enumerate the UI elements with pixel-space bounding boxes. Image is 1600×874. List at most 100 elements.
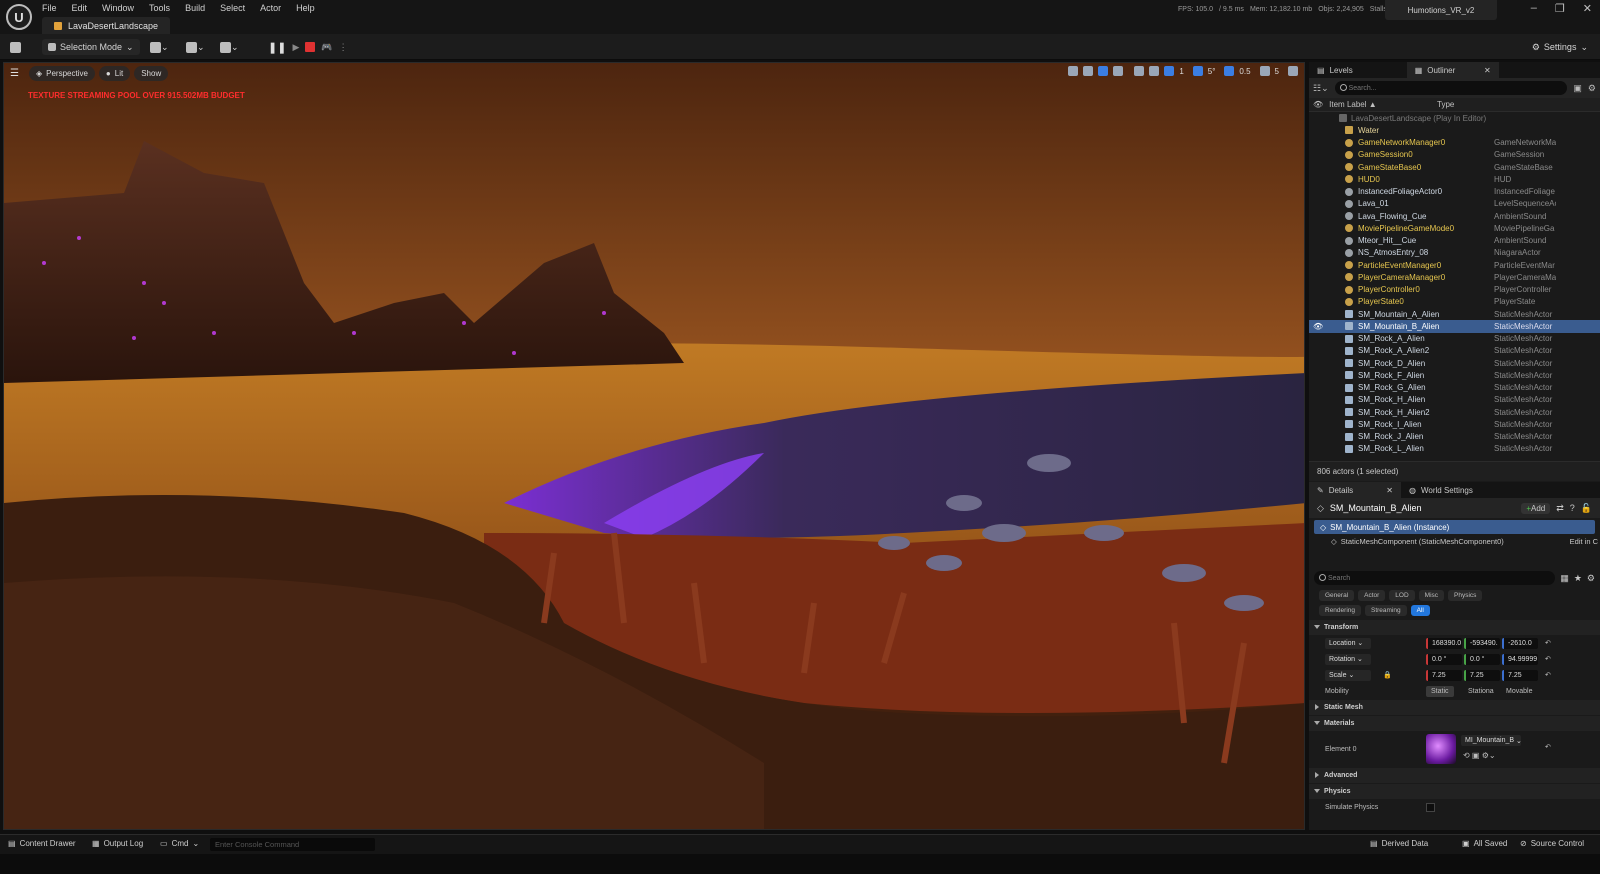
- material-actions-icons[interactable]: ⟲ ▣ ⚙⌄: [1463, 751, 1496, 760]
- outliner-row[interactable]: PlayerController0 PlayerController: [1309, 284, 1600, 296]
- location-y[interactable]: -593490.: [1464, 637, 1500, 649]
- outliner-row[interactable]: SM_Rock_H_Alien StaticMeshActor: [1309, 394, 1600, 406]
- grid-snap-icon[interactable]: [1164, 66, 1175, 76]
- outliner-row[interactable]: LavaDesertLandscape (Play In Editor): [1309, 112, 1600, 124]
- eject-possess-icon[interactable]: 🎮: [321, 42, 332, 53]
- rotate-tool-icon[interactable]: [1098, 66, 1109, 76]
- output-log-button[interactable]: ▦ Output Log: [92, 839, 143, 848]
- filter-actor[interactable]: Actor: [1358, 590, 1386, 601]
- hamburger-menu-icon[interactable]: ☰: [10, 68, 19, 79]
- filter-lod[interactable]: LOD: [1389, 590, 1415, 601]
- mobility-static[interactable]: Static: [1426, 685, 1454, 697]
- transform-section[interactable]: Transform: [1309, 620, 1600, 635]
- outliner-row[interactable]: Water: [1309, 124, 1600, 136]
- rotation-z[interactable]: 94.99999: [1502, 653, 1538, 665]
- scale-snap-icon[interactable]: [1224, 66, 1235, 76]
- tab-world-settings[interactable]: ◍ World Settings: [1401, 482, 1481, 498]
- outliner-row[interactable]: MoviePipelineGameMode0 MoviePipelineGa: [1309, 222, 1600, 234]
- filter-all[interactable]: All: [1410, 605, 1430, 616]
- location-x[interactable]: 168390.0: [1426, 637, 1462, 649]
- simulate-physics-checkbox[interactable]: [1426, 802, 1435, 812]
- add-component-button[interactable]: +Add: [1521, 502, 1551, 514]
- static-mesh-component-row[interactable]: ◇ StaticMeshComponent (StaticMeshComponen…: [1309, 534, 1600, 548]
- angle-snap-icon[interactable]: [1192, 66, 1203, 76]
- outliner-row[interactable]: InstancedFoliageActor0 InstancedFoliage: [1309, 186, 1600, 198]
- menu-window[interactable]: Window: [102, 3, 134, 13]
- rotation-x[interactable]: 0.0 °: [1426, 653, 1462, 665]
- minimize-icon[interactable]: –: [1531, 2, 1537, 15]
- level-viewport[interactable]: ☰ ◈ Perspective ● Lit Show 1 5° 0.5 5 TEXT…: [3, 62, 1305, 830]
- translate-tool-icon[interactable]: [1083, 66, 1094, 76]
- filter-physics[interactable]: Physics: [1448, 590, 1483, 601]
- selection-mode-dropdown[interactable]: Selection Mode ⌄: [42, 39, 140, 55]
- add-content-icon[interactable]: ⌄: [150, 39, 169, 55]
- help-icon[interactable]: ?: [1570, 503, 1575, 513]
- outliner-row[interactable]: GameStateBase0 GameStateBase: [1309, 161, 1600, 173]
- scale-z[interactable]: 7.25: [1502, 669, 1538, 681]
- rotation-dropdown[interactable]: Rotation ⌄: [1325, 653, 1371, 665]
- close-tab-icon[interactable]: ✕: [1484, 66, 1491, 75]
- restore-icon[interactable]: ❐: [1555, 2, 1565, 15]
- advanced-section[interactable]: Advanced: [1309, 768, 1600, 783]
- outliner-row[interactable]: Lava_01 LevelSequenceAc: [1309, 198, 1600, 210]
- materials-section[interactable]: Materials: [1309, 716, 1600, 731]
- reset-material-icon[interactable]: ↶: [1545, 743, 1551, 751]
- filter-general[interactable]: General: [1319, 590, 1355, 601]
- outliner-row[interactable]: Mteor_Hit__Cue AmbientSound: [1309, 235, 1600, 247]
- menu-file[interactable]: File: [42, 3, 57, 13]
- details-settings-icon[interactable]: ⚙: [1587, 573, 1595, 584]
- filter-icon[interactable]: ☷⌄: [1313, 83, 1329, 94]
- component-instance-row[interactable]: ◇ SM_Mountain_B_Alien (Instance): [1314, 520, 1595, 534]
- derived-data-button[interactable]: ▤ Derived Data: [1370, 839, 1428, 848]
- outliner-row[interactable]: SM_Rock_A_Alien StaticMeshActor: [1309, 333, 1600, 345]
- item-label-column[interactable]: Item Label ▲: [1329, 100, 1377, 109]
- outliner-row[interactable]: SM_Rock_I_Alien StaticMeshActor: [1309, 418, 1600, 430]
- outliner-row[interactable]: PlayerCameraManager0 PlayerCameraMa: [1309, 271, 1600, 283]
- outliner-row[interactable]: Lava_Flowing_Cue AmbientSound: [1309, 210, 1600, 222]
- scale-x[interactable]: 7.25: [1426, 669, 1462, 681]
- outliner-row[interactable]: 👁 SM_Mountain_B_Alien StaticMeshActor: [1309, 320, 1600, 333]
- scale-snap-value[interactable]: 0.5: [1239, 67, 1250, 76]
- outliner-row[interactable]: GameNetworkManager0 GameNetworkMa: [1309, 137, 1600, 149]
- blueprint-convert-icon[interactable]: ⇄: [1556, 503, 1564, 514]
- cmd-dropdown[interactable]: ▭ Cmd ⌄: [160, 839, 199, 848]
- scale-y[interactable]: 7.25: [1464, 669, 1500, 681]
- menu-edit[interactable]: Edit: [72, 3, 88, 13]
- visibility-column-icon[interactable]: 👁: [1313, 100, 1323, 109]
- lit-button[interactable]: ● Lit: [98, 65, 131, 81]
- filter-misc[interactable]: Misc: [1418, 590, 1445, 601]
- scale-tool-icon[interactable]: [1113, 66, 1124, 76]
- stop-icon[interactable]: [305, 42, 316, 52]
- scale-dropdown[interactable]: Scale ⌄: [1325, 669, 1371, 681]
- menu-build[interactable]: Build: [185, 3, 205, 13]
- add-folder-icon[interactable]: ▣: [1573, 83, 1582, 94]
- outliner-row[interactable]: SM_Rock_G_Alien StaticMeshActor: [1309, 382, 1600, 394]
- settings-button[interactable]: ⚙ Settings ⌄: [1532, 39, 1588, 55]
- angle-snap-value[interactable]: 5°: [1208, 67, 1216, 76]
- rotation-y[interactable]: 0.0 °: [1464, 653, 1500, 665]
- outliner-row[interactable]: PlayerState0 PlayerState: [1309, 296, 1600, 308]
- menu-select[interactable]: Select: [220, 3, 245, 13]
- tab-outliner[interactable]: ▦ Outliner ✕: [1406, 62, 1499, 78]
- show-button[interactable]: Show: [134, 65, 169, 81]
- select-tool-icon[interactable]: [1068, 66, 1079, 76]
- outliner-row[interactable]: SM_Rock_L_Alien StaticMeshActor: [1309, 443, 1600, 455]
- camera-speed-icon[interactable]: [1259, 66, 1270, 76]
- details-search-input[interactable]: Search: [1314, 571, 1556, 585]
- tab-levels[interactable]: ▤ Levels: [1309, 62, 1361, 78]
- more-options-icon[interactable]: ⋮: [339, 42, 348, 53]
- static-mesh-section[interactable]: Static Mesh: [1309, 700, 1600, 715]
- surface-snap-icon[interactable]: [1149, 66, 1160, 76]
- close-tab-icon[interactable]: ✕: [1386, 486, 1393, 495]
- viewport-layout-icon[interactable]: [1288, 66, 1298, 76]
- outliner-row[interactable]: SM_Rock_J_Alien StaticMeshActor: [1309, 431, 1600, 443]
- console-command-input[interactable]: Enter Console Command: [210, 838, 375, 851]
- scale-lock-icon[interactable]: 🔒: [1383, 671, 1392, 679]
- outliner-row[interactable]: SM_Rock_D_Alien StaticMeshActor: [1309, 357, 1600, 369]
- menu-actor[interactable]: Actor: [260, 3, 281, 13]
- favorite-star-icon[interactable]: ★: [1574, 573, 1582, 584]
- blueprint-icon[interactable]: ⌄: [186, 39, 205, 55]
- camera-speed-value[interactable]: 5: [1275, 67, 1279, 76]
- outliner-row[interactable]: SM_Rock_A_Alien2 StaticMeshActor: [1309, 345, 1600, 357]
- physics-section[interactable]: Physics: [1309, 784, 1600, 799]
